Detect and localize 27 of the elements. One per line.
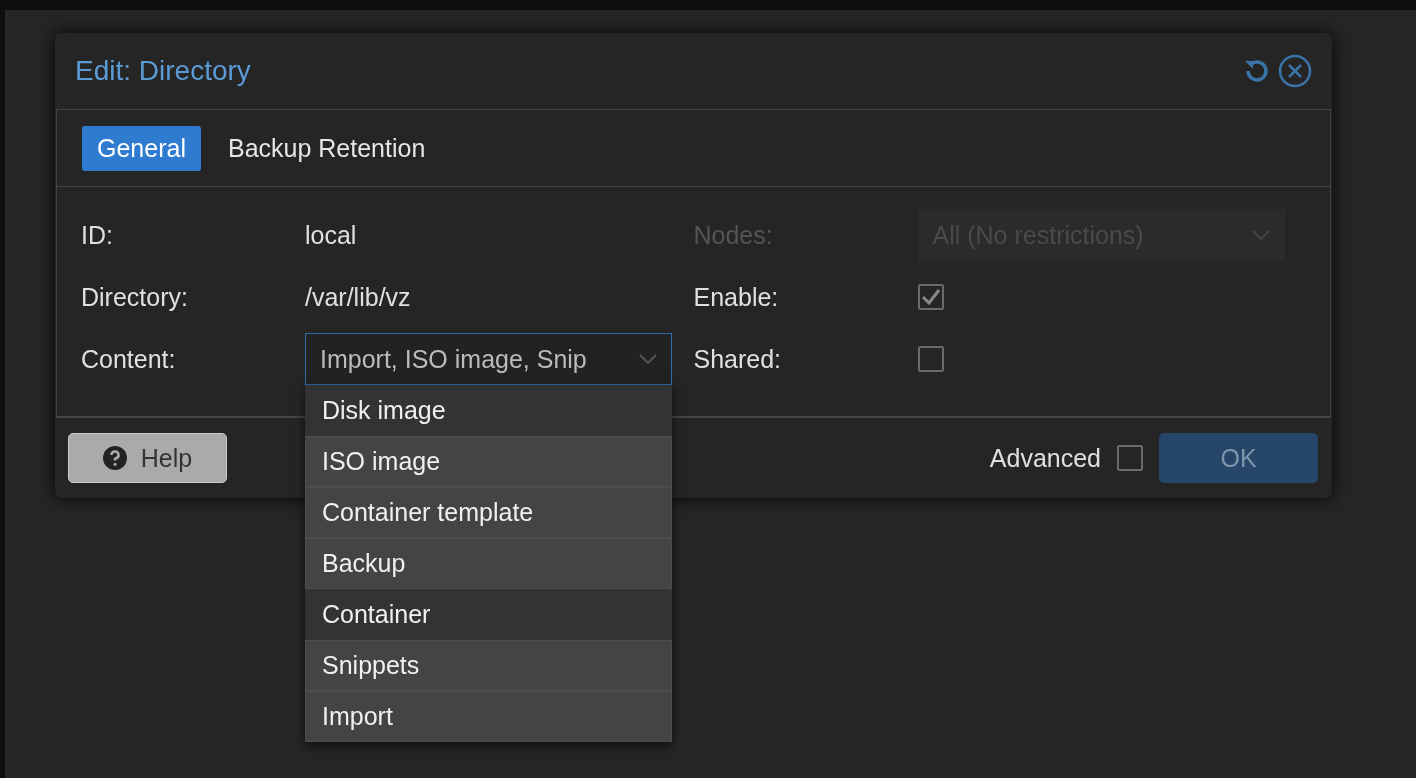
chevron-down-icon — [639, 354, 657, 364]
field-value: /var/lib/vz — [305, 282, 412, 312]
field-label: Shared: — [693, 344, 783, 374]
dropdown-item[interactable]: Snippets — [305, 640, 672, 691]
field-label: ID: — [81, 220, 114, 250]
field-value: local — [305, 220, 358, 250]
dropdown-item[interactable]: Container template — [305, 487, 672, 538]
close-icon[interactable] — [1278, 54, 1312, 88]
dropdown-item[interactable]: Disk image — [305, 385, 672, 436]
dropdown-item[interactable]: Import — [305, 691, 672, 742]
dropdown-item[interactable]: Container — [305, 589, 672, 640]
field-label: Content: — [81, 344, 177, 374]
field-label: Directory: — [81, 282, 189, 312]
select-field[interactable]: Import, ISO image, Snip — [305, 333, 672, 385]
dropdown-item[interactable]: ISO image — [305, 436, 672, 487]
tab[interactable]: Backup Retention — [212, 125, 441, 171]
tab[interactable]: General — [82, 125, 201, 171]
checkbox[interactable] — [917, 284, 944, 310]
checkbox[interactable] — [917, 346, 944, 372]
dialog-title: Edit: Directory — [75, 55, 251, 87]
field-label: Enable: — [693, 282, 780, 312]
advanced-checkbox[interactable] — [1117, 445, 1143, 471]
dropdown-item[interactable]: Backup — [305, 538, 672, 589]
help-button[interactable]: Help — [68, 433, 227, 483]
advanced-label: Advanced — [989, 443, 1101, 473]
question-icon — [102, 446, 127, 470]
chevron-down-icon — [1251, 230, 1270, 240]
